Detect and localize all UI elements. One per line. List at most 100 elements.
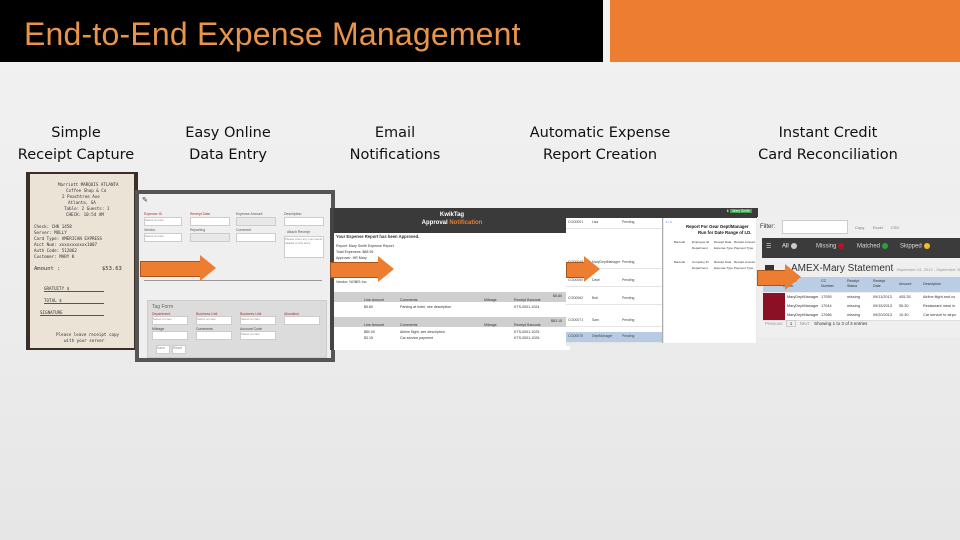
user-name: Mary Smith (730, 209, 752, 213)
entries-info: Showing 1 to 3 of 3 entries (814, 321, 868, 326)
receipt-field: Server: MOLLY (34, 230, 67, 235)
report-field: Department (692, 246, 708, 250)
tab-skipped[interactable]: Skipped (900, 243, 930, 250)
column-header: Mileage (484, 323, 497, 327)
receipt-footer: Please leave receipt copy (56, 332, 120, 337)
cell: $80.00 (364, 330, 375, 334)
mileage-input[interactable] (152, 331, 188, 340)
tab-matched[interactable]: Matched (857, 243, 889, 250)
status-tabs: ☰ All Missing Matched Skipped (762, 238, 960, 258)
column-header: Mileage (484, 298, 497, 302)
cell: Airline flight, see description (400, 330, 445, 334)
report-row[interactable]: COD0062 Bob Pending (566, 294, 662, 305)
cell: $5.80 (364, 305, 373, 309)
report-field: Receipt Date (714, 260, 732, 264)
column-header: Line Amount (364, 323, 384, 327)
report-row-selected[interactable]: COD0075 DeptManager Pending (566, 332, 662, 343)
column-header: Line Amount (364, 298, 384, 302)
comments-input[interactable] (196, 331, 232, 340)
column-header[interactable]: Amount (899, 282, 911, 287)
allocation-input[interactable] (284, 316, 320, 325)
filter-input[interactable] (782, 220, 848, 234)
column-header[interactable]: Receipt Date (873, 279, 891, 288)
report-field: Company ID (692, 260, 709, 264)
status-swatch (763, 311, 785, 320)
count-badge (882, 243, 889, 249)
status-swatch (763, 302, 785, 311)
column-header: Receipt Barcode (514, 298, 541, 302)
expense-amount-input[interactable] (236, 217, 276, 226)
attach-receipt-link[interactable]: Attach Receipt (287, 230, 310, 234)
report-field: Department (692, 266, 708, 270)
tab-all[interactable]: All (782, 243, 797, 250)
form-label: Reporting (190, 228, 206, 232)
column-header[interactable]: CC Number (821, 279, 839, 288)
report-field: Employee ID (692, 240, 710, 244)
excel-button[interactable]: Excel (873, 225, 883, 230)
report-field: Barcode (674, 240, 686, 244)
feature-email-notifications: Email Notifications (333, 122, 457, 166)
count-badge (923, 243, 930, 249)
business-unit-select[interactable]: Select an item (196, 316, 232, 325)
receipt-signature: SIGNATURE (40, 310, 104, 316)
csv-button[interactable]: CSV (891, 225, 899, 230)
cell: KTS-0001-1026 (514, 336, 540, 340)
download-icon[interactable]: ⬇ (726, 209, 729, 213)
count-badge (790, 243, 797, 249)
email-detail: Total Expenses: $88.95 (336, 250, 374, 254)
receipt-field: Check: CHK 1458 (34, 224, 72, 229)
report-field: Expense Type (714, 266, 733, 270)
title-bar: End-to-End Expense Management (0, 0, 603, 62)
cell: $3.15 (364, 336, 373, 340)
reporting-input[interactable] (190, 233, 230, 242)
column-header[interactable]: Receipt Status (847, 279, 865, 288)
brand-name: KwikTag (439, 212, 465, 218)
column-header: Comments (400, 323, 418, 327)
page-button[interactable]: 1 (785, 320, 797, 327)
receipt-field: Card Type: AMERICAN EXPRESS (34, 236, 103, 241)
previous-button[interactable]: Previous (765, 321, 783, 326)
email-header: KwikTag Approval Notification (334, 208, 570, 233)
next-button[interactable]: Next (800, 321, 809, 326)
save-button[interactable]: Save (156, 345, 170, 354)
statement-range: September 01, 2013 - September 30, 2013 (896, 267, 960, 272)
receipt-line: Marriott MARQUIS ATLANTA (58, 182, 119, 187)
form-label: Vendor (144, 228, 156, 232)
menu-icon[interactable]: ☰ (766, 243, 771, 250)
receipt-date-input[interactable] (190, 217, 230, 226)
feature-line: Data Entry (189, 147, 267, 163)
receipt-total: TOTAL $ (44, 298, 104, 304)
reset-button[interactable]: Reset (172, 345, 186, 354)
column-header[interactable]: Description (923, 282, 941, 287)
department-select[interactable]: Select an item (152, 316, 188, 325)
form-label: Receipt Date (190, 212, 211, 216)
column-header: Comments (400, 298, 418, 302)
report-row[interactable]: COD0071 Sam Pending (566, 316, 662, 327)
flow-arrow (757, 264, 801, 290)
flow-arrow (566, 256, 600, 282)
section-amount: $83.15 (551, 319, 562, 323)
count-badge (838, 243, 845, 249)
report-subtitle: Run for Date Range of LD. (698, 230, 752, 235)
comment-input[interactable] (236, 233, 276, 242)
feature-line: Notifications (349, 147, 441, 163)
user-badge[interactable]: ⬇ Mary Smith (726, 209, 752, 213)
tab-missing[interactable]: Missing (816, 243, 845, 250)
comment-textarea[interactable]: Please enter any comments related to thi… (284, 236, 324, 258)
section-amount: $5.80 (553, 294, 562, 298)
flow-arrow (140, 255, 216, 281)
cell: Car service payment (400, 336, 433, 340)
email-detail: Report: Mary Smith Expense Report (336, 244, 394, 248)
status-swatch (763, 293, 785, 302)
feature-line: Easy Online (185, 125, 271, 141)
feature-line: Report Creation (542, 147, 658, 163)
expense-id-select[interactable]: Select an item (144, 217, 182, 226)
business-unit-select-2[interactable]: Select an item (240, 316, 276, 325)
vendor-select[interactable]: Select an item (144, 233, 182, 242)
description-input[interactable] (284, 217, 324, 226)
copy-button[interactable]: Copy (855, 225, 864, 230)
account-code-select[interactable]: Select an item (240, 331, 276, 340)
report-field: Payment Type (734, 246, 754, 250)
report-row[interactable]: COD0001 Lisa Pending (566, 218, 662, 229)
form-label: Comment (236, 228, 252, 232)
